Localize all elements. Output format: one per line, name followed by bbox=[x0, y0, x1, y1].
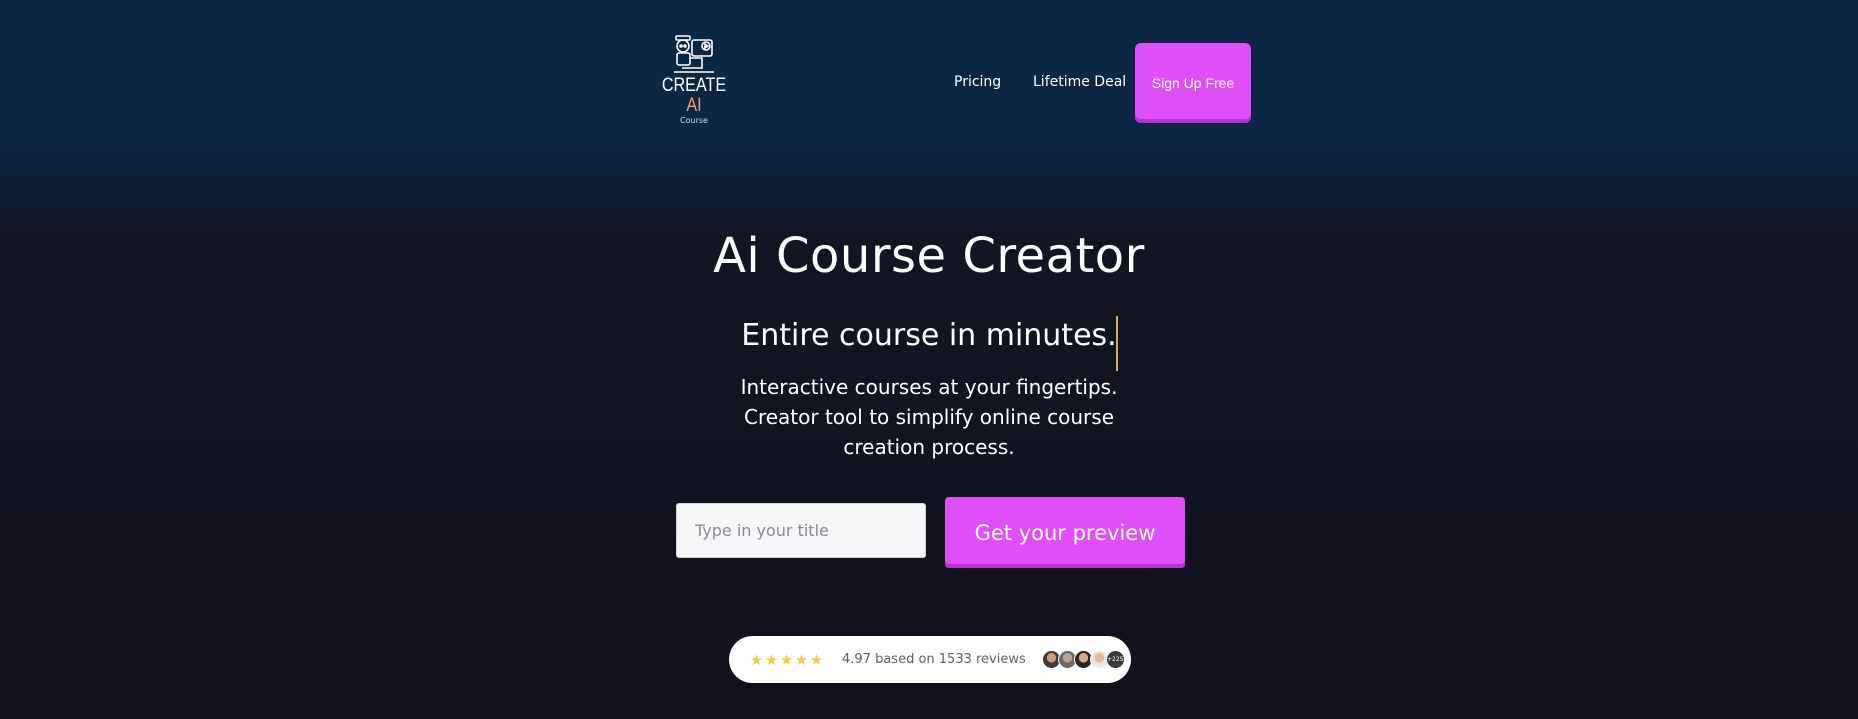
nav-lifetime-deal-link[interactable]: Lifetime Deal bbox=[1033, 74, 1126, 90]
sign-up-button[interactable]: Sign Up Free bbox=[1135, 43, 1251, 123]
star-rating: ★ ★ ★ ★ ★ bbox=[749, 651, 824, 669]
logo[interactable]: CREATE AI Course bbox=[650, 34, 738, 125]
star-icon: ★ bbox=[809, 650, 824, 669]
star-icon: ★ bbox=[764, 650, 779, 669]
site-header: CREATE AI Course Pricing Lifetime Deal S… bbox=[0, 0, 1858, 140]
rating-text: 4.97 based on 1533 reviews bbox=[842, 652, 1026, 667]
course-title-input[interactable] bbox=[676, 503, 926, 558]
typing-caret bbox=[1116, 316, 1118, 371]
typed-text: Entire course in minutes. bbox=[741, 318, 1117, 353]
subtitle-line: Interactive courses at your fingertips. bbox=[740, 375, 1118, 399]
logo-subtitle: Course bbox=[680, 116, 708, 125]
star-icon: ★ bbox=[779, 650, 794, 669]
star-icon: ★ bbox=[794, 650, 809, 669]
nav-pricing-link[interactable]: Pricing bbox=[954, 74, 1001, 90]
typed-headline: Entire course in minutes. bbox=[0, 316, 1858, 356]
reviewer-avatars: +225 bbox=[1041, 650, 1125, 669]
robot-teacher-icon bbox=[674, 35, 714, 73]
hero-subtitle: Interactive courses at your fingertips. … bbox=[729, 372, 1129, 462]
subtitle-line: Creator tool to simplify online course bbox=[744, 405, 1114, 429]
hero-title: Ai Course Creator bbox=[713, 228, 1145, 284]
reviews-badge: ★ ★ ★ ★ ★ 4.97 based on 1533 reviews +22… bbox=[729, 636, 1131, 683]
get-preview-button[interactable]: Get your preview bbox=[945, 497, 1185, 568]
star-icon: ★ bbox=[749, 650, 764, 669]
subtitle-line: creation process. bbox=[843, 435, 1015, 459]
logo-wordmark: CREATE AI bbox=[661, 75, 727, 116]
more-reviewers-badge: +225 bbox=[1105, 650, 1125, 669]
